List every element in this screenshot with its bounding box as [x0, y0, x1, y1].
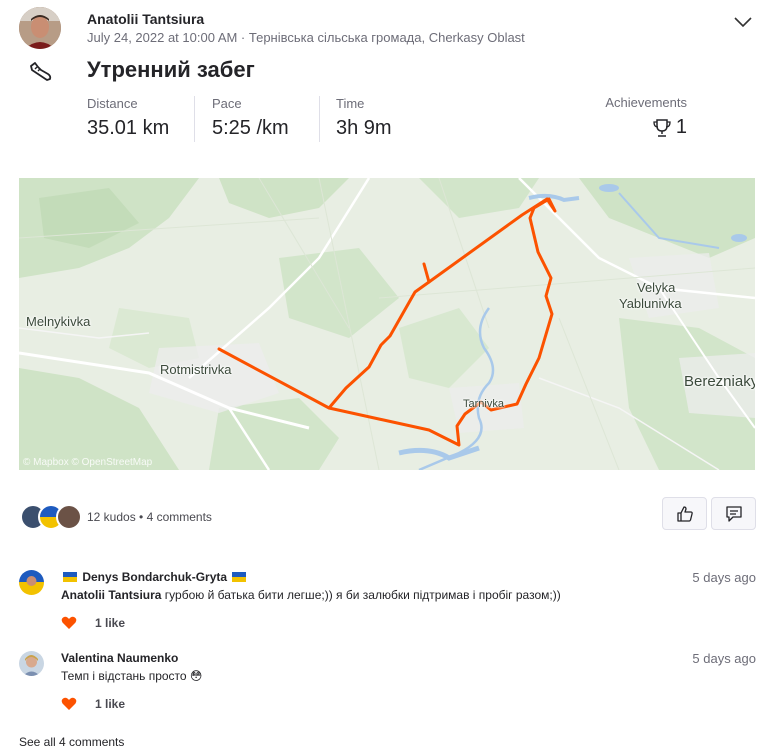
- map-label-rotmistrivka: Rotmistrivka: [160, 362, 232, 377]
- map-canvas: [19, 178, 755, 470]
- comment-text: Темп і відстань просто 😳: [61, 669, 203, 683]
- stat-pace: Pace 5:25 /km: [212, 96, 289, 140]
- heart-icon[interactable]: [61, 697, 77, 711]
- activity-title[interactable]: Утренний забег: [87, 57, 255, 83]
- comment-button[interactable]: [711, 497, 756, 530]
- ukraine-flag-icon: [63, 572, 77, 582]
- map-label-melnykivka: Melnykivka: [26, 314, 91, 329]
- see-all-comments-link[interactable]: See all 4 comments: [19, 735, 124, 749]
- commenter-avatar[interactable]: [19, 651, 44, 676]
- athlete-avatar[interactable]: [19, 7, 61, 49]
- chevron-down-icon[interactable]: [733, 15, 753, 29]
- like-count[interactable]: 1 like: [95, 697, 125, 711]
- comment-item: Valentina Naumenko 5 days ago Темп і від…: [19, 651, 756, 711]
- achievements-label: Achievements: [605, 95, 687, 110]
- commenter-avatar[interactable]: [19, 570, 44, 595]
- comment-item: Denys Bondarchuk-Gryta 5 days ago Anatol…: [19, 570, 756, 630]
- stat-value: 3h 9m: [336, 117, 392, 139]
- stat-label: Distance: [87, 96, 138, 111]
- ukraine-flag-icon: [232, 572, 247, 582]
- stat-divider: [319, 96, 320, 142]
- stat-value: 35.01 km: [87, 117, 170, 139]
- achievements-count: 1: [675, 116, 687, 138]
- comment-text: Anatolii Tantsiura гурбою й батька бити …: [61, 588, 561, 602]
- comment-body: гурбою й батька бити легше;)) я би залюб…: [161, 588, 561, 602]
- stat-divider: [194, 96, 195, 142]
- stat-distance: Distance 35.01 km: [87, 96, 169, 140]
- commenter-name[interactable]: Denys Bondarchuk-Gryta: [61, 570, 248, 584]
- comment-icon: [725, 505, 742, 522]
- achievements[interactable]: Achievements 1: [560, 95, 687, 139]
- map-label-velyka: Velyka: [637, 280, 676, 295]
- stat-label: Pace: [212, 96, 242, 111]
- running-shoe-icon: [30, 62, 52, 81]
- heart-icon[interactable]: [61, 616, 77, 630]
- activity-meta: July 24, 2022 at 10:00 AM · Тернівська с…: [87, 30, 525, 45]
- route-map[interactable]: Melnykivka Rotmistrivka Velyka Yablunivk…: [19, 178, 755, 470]
- athlete-name[interactable]: Anatolii Tantsiura: [87, 11, 204, 27]
- stat-time: Time 3h 9m: [336, 96, 392, 140]
- kudos-count[interactable]: 12 kudos • 4 comments: [87, 510, 212, 524]
- stat-label: Time: [336, 96, 365, 111]
- kudos-button[interactable]: [662, 497, 707, 530]
- commenter-name[interactable]: Valentina Naumenko: [61, 651, 178, 665]
- avatar: [56, 504, 82, 530]
- trophy-icon: [653, 118, 671, 137]
- map-label-berezniaky: Berezniaky: [684, 373, 755, 390]
- map-attribution[interactable]: © Mapbox © OpenStreetMap: [23, 457, 152, 468]
- comment-like-row: 1 like: [61, 616, 125, 630]
- commenter-name-text: Denys Bondarchuk-Gryta: [82, 570, 228, 584]
- like-count[interactable]: 1 like: [95, 616, 125, 630]
- comment-time: 5 days ago: [692, 570, 756, 585]
- map-label-tarnivka: Tarnivka: [463, 398, 504, 410]
- stat-value: 5:25 /km: [212, 117, 289, 139]
- mention-link[interactable]: Anatolii Tantsiura: [61, 588, 161, 602]
- thumbs-up-icon: [676, 505, 693, 522]
- comment-time: 5 days ago: [692, 651, 756, 666]
- map-label-yablunivka: Yablunivka: [619, 296, 682, 311]
- kudos-avatars[interactable]: [20, 504, 84, 530]
- comment-like-row: 1 like: [61, 697, 125, 711]
